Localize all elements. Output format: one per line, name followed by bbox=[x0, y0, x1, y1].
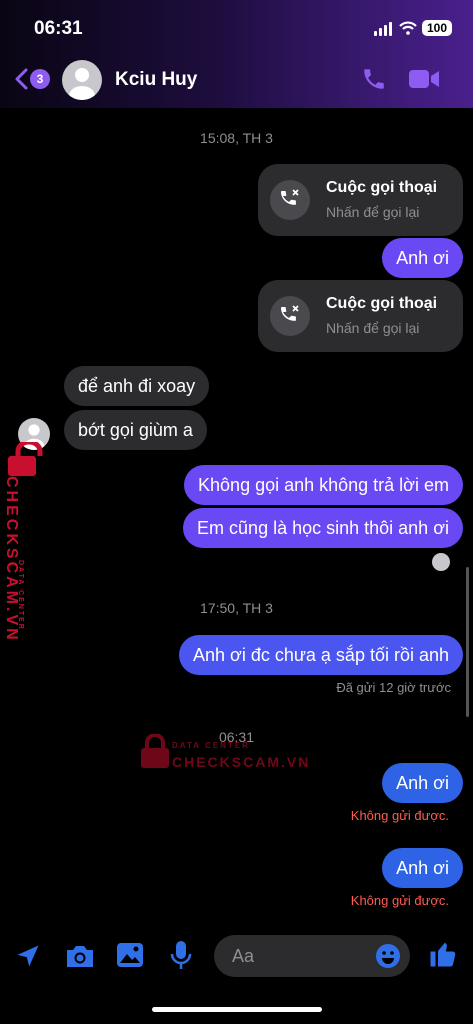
watermark-big-text: CHECKSCAM.VN bbox=[3, 476, 20, 643]
video-call-icon[interactable] bbox=[408, 67, 440, 91]
call-title: Cuộc gọi thoại bbox=[326, 295, 438, 312]
battery-indicator: 100 bbox=[422, 20, 452, 36]
gallery-icon[interactable] bbox=[116, 942, 144, 968]
call-subtitle: Nhấn để gọi lại bbox=[326, 204, 420, 220]
watermark-lock-logo bbox=[140, 733, 170, 775]
message-input[interactable]: Aa bbox=[214, 935, 410, 977]
incoming-message[interactable]: để anh đi xoay bbox=[64, 366, 210, 406]
home-indicator[interactable] bbox=[152, 1007, 322, 1012]
missed-call-card[interactable]: Cuộc gọi thoại Nhấn để gọi lại bbox=[258, 164, 463, 236]
sent-status: Đã gửi 12 giờ trước bbox=[336, 680, 451, 695]
watermark-small-text: DATA CENTER bbox=[172, 741, 250, 750]
missed-call-icon bbox=[270, 296, 310, 336]
emoji-icon[interactable] bbox=[375, 943, 401, 969]
call-subtitle: Nhấn để gọi lại bbox=[326, 320, 420, 336]
location-arrow-icon[interactable] bbox=[14, 942, 42, 970]
missed-call-card[interactable]: Cuộc gọi thoại Nhấn để gọi lại bbox=[258, 280, 463, 352]
outgoing-message[interactable]: Anh ơi bbox=[382, 238, 463, 278]
send-failed-note[interactable]: Không gửi được. bbox=[351, 808, 449, 823]
back-chevron-icon[interactable] bbox=[14, 68, 30, 90]
signal-icon bbox=[374, 22, 394, 36]
wifi-icon bbox=[399, 21, 417, 35]
outgoing-message[interactable]: Anh ơi đc chưa ạ sắp tối rồi anh bbox=[179, 635, 463, 675]
outgoing-message[interactable]: Không gọi anh không trả lời em bbox=[184, 465, 463, 505]
failed-message[interactable]: Anh ơi bbox=[382, 848, 463, 888]
read-receipt-avatar bbox=[432, 553, 450, 571]
scrollbar[interactable] bbox=[466, 567, 469, 717]
thumbs-up-icon[interactable] bbox=[428, 939, 458, 969]
send-failed-note[interactable]: Không gửi được. bbox=[351, 893, 449, 908]
microphone-icon[interactable] bbox=[170, 940, 192, 970]
unread-count-badge[interactable]: 3 bbox=[30, 69, 50, 89]
message-input-placeholder: Aa bbox=[232, 946, 255, 966]
contact-avatar[interactable] bbox=[62, 60, 102, 100]
failed-message[interactable]: Anh ơi bbox=[382, 763, 463, 803]
timestamp-divider: 17:50, TH 3 bbox=[200, 600, 273, 616]
camera-icon[interactable] bbox=[64, 942, 96, 970]
watermark-big-text: CHECKSCAM.VN bbox=[172, 754, 311, 770]
missed-call-icon bbox=[270, 180, 310, 220]
contact-name[interactable]: Kciu Huy bbox=[115, 69, 197, 91]
outgoing-message[interactable]: Em cũng là học sinh thôi anh ơi bbox=[183, 508, 463, 548]
voice-call-icon[interactable] bbox=[361, 66, 387, 92]
incoming-message[interactable]: bớt gọi giùm a bbox=[64, 410, 207, 450]
timestamp-divider: 15:08, TH 3 bbox=[200, 130, 273, 146]
call-title: Cuộc gọi thoại bbox=[326, 179, 438, 196]
status-time: 06:31 bbox=[34, 18, 83, 39]
